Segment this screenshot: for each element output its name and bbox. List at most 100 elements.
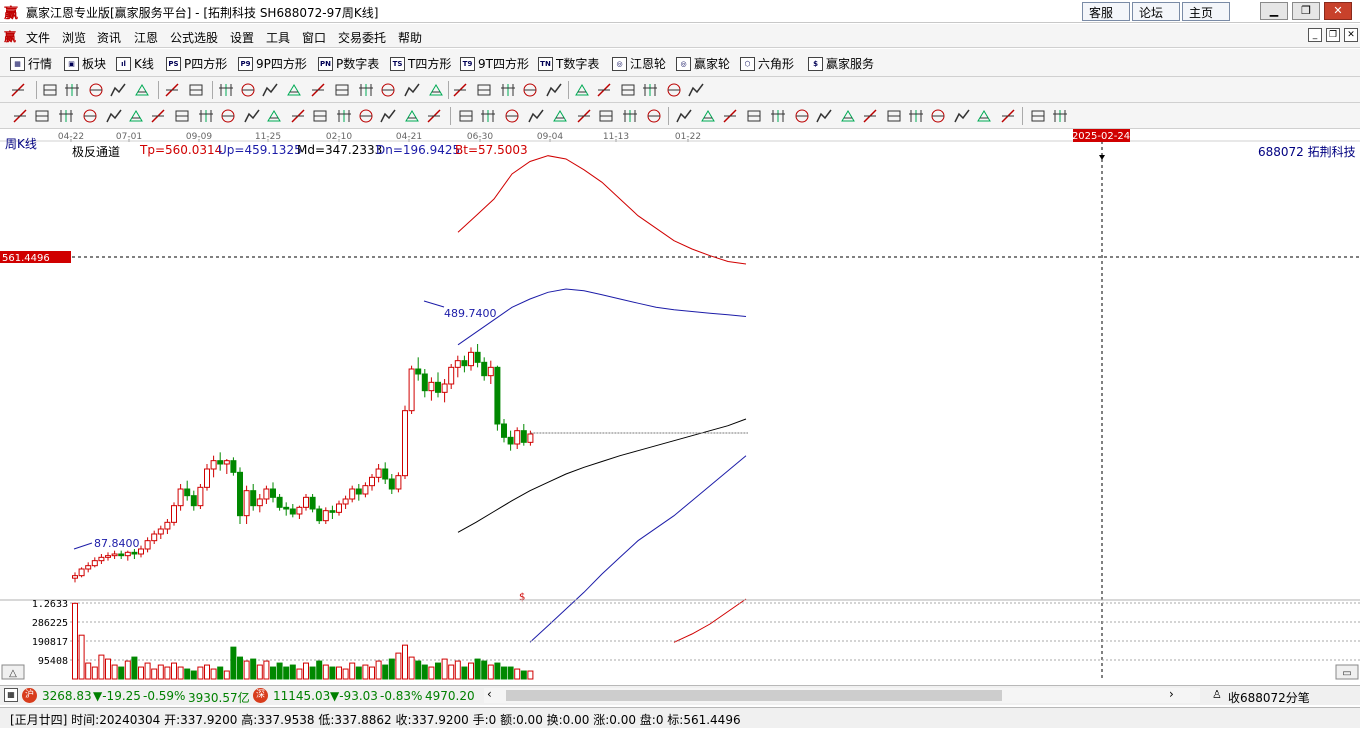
cycle-grid-icon[interactable] <box>426 108 442 124</box>
calc-icon[interactable] <box>64 82 80 98</box>
menu-trade[interactable]: 交易委托 <box>338 29 386 46</box>
magnet-icon[interactable] <box>134 82 150 98</box>
service-link[interactable]: 客服 <box>1082 2 1130 21</box>
toolbar-pn-button[interactable]: PN P数字表 <box>318 55 379 72</box>
toolbar-grid-button[interactable]: ▣ 板块 <box>64 55 106 72</box>
toolbar-ps-button[interactable]: PS P四方形 <box>166 55 227 72</box>
menu-help[interactable]: 帮助 <box>398 29 422 46</box>
zigzag-icon[interactable] <box>452 82 468 98</box>
menu-tools[interactable]: 工具 <box>266 29 290 46</box>
ellipse-icon[interactable] <box>174 108 190 124</box>
calculator-icon[interactable] <box>546 82 562 98</box>
toolbar-candle-button[interactable]: ıl K线 <box>116 55 154 72</box>
wave-icon[interactable] <box>358 108 374 124</box>
menu-news[interactable]: 资讯 <box>97 29 121 46</box>
flag-icon[interactable] <box>816 108 832 124</box>
layers-icon[interactable] <box>688 82 704 98</box>
ruler-b-icon[interactable] <box>676 108 692 124</box>
diamond-f-icon[interactable] <box>380 82 396 98</box>
cycle-icon[interactable] <box>10 82 26 98</box>
regression-icon[interactable] <box>576 108 592 124</box>
hand-icon[interactable] <box>404 82 420 98</box>
channel-icon[interactable] <box>458 108 474 124</box>
pen-icon[interactable] <box>12 108 28 124</box>
target-icon[interactable] <box>312 108 328 124</box>
maximize-button[interactable]: ❐ <box>1292 2 1320 20</box>
toolbar-winner-wheel-button[interactable]: ◎ 赢家轮 <box>676 55 730 72</box>
gann-box-icon[interactable] <box>244 108 260 124</box>
play-forward-icon[interactable] <box>188 82 204 98</box>
cursor-icon[interactable] <box>110 82 126 98</box>
infinity-icon[interactable] <box>1052 108 1068 124</box>
diamond-d-icon[interactable] <box>334 82 350 98</box>
hatched-icon[interactable] <box>504 108 520 124</box>
square-b-icon[interactable] <box>770 108 786 124</box>
spiral-icon[interactable] <box>128 108 144 124</box>
toolbar-hexagon-button[interactable]: ⬡ 六角形 <box>740 55 794 72</box>
cycle-lines-icon[interactable] <box>404 108 420 124</box>
grid-a-icon[interactable] <box>598 108 614 124</box>
menu-window[interactable]: 窗口 <box>302 29 326 46</box>
parallel-icon[interactable] <box>552 108 568 124</box>
export-icon[interactable] <box>642 82 658 98</box>
print-icon[interactable] <box>620 82 636 98</box>
diamond-e-icon[interactable] <box>358 82 374 98</box>
speed-icon[interactable] <box>336 108 352 124</box>
angle-fan-icon[interactable] <box>954 108 970 124</box>
fan-icon[interactable] <box>380 108 396 124</box>
circle-icon[interactable] <box>266 108 282 124</box>
toolbar-t9-button[interactable]: T9 9T四方形 <box>460 55 529 72</box>
chart-canvas[interactable]: 04-22 07-01 09-09 11-25 02-10 04-21 06-30 09-04… <box>0 129 1360 681</box>
sun-icon[interactable] <box>290 108 306 124</box>
cross-icon[interactable] <box>150 108 166 124</box>
calendar-icon[interactable] <box>522 82 538 98</box>
close-button[interactable]: ✕ <box>1324 2 1352 20</box>
stat-icon[interactable] <box>42 82 58 98</box>
percent-icon[interactable] <box>700 108 716 124</box>
arrow-left-icon[interactable] <box>218 82 234 98</box>
horizontal-scrollbar[interactable]: ‹ › <box>484 687 1200 703</box>
gann-grid-icon[interactable] <box>82 108 98 124</box>
tick-detail-label[interactable]: 收688072分笔 <box>1228 689 1310 706</box>
grid-d-icon[interactable] <box>908 108 924 124</box>
toolbar-ts-button[interactable]: TS T四方形 <box>390 55 451 72</box>
angles-icon[interactable] <box>220 108 236 124</box>
diamond-c-icon[interactable] <box>310 82 326 98</box>
play-back-icon[interactable] <box>164 82 180 98</box>
fork-icon[interactable] <box>106 108 122 124</box>
bars-icon[interactable] <box>34 108 50 124</box>
mdi-minimize-button[interactable]: _ <box>1308 28 1322 42</box>
menu-gann[interactable]: 江恩 <box>134 29 158 46</box>
ruler-icon[interactable] <box>88 82 104 98</box>
angle-grid-icon[interactable] <box>976 108 992 124</box>
gann-sq-icon[interactable] <box>794 108 810 124</box>
gauge-icon[interactable] <box>666 82 682 98</box>
scroll-right-arrow-icon[interactable]: › <box>1169 687 1174 701</box>
diamond-b-icon[interactable] <box>286 82 302 98</box>
scroll-left-arrow-icon[interactable]: ‹ <box>487 687 492 701</box>
trend-icon[interactable] <box>480 108 496 124</box>
memo-icon[interactable] <box>574 82 590 98</box>
menu-formula-select[interactable]: 公式选股 <box>170 29 218 46</box>
mdi-restore-button[interactable]: ❐ <box>1326 28 1340 42</box>
grid-e-icon[interactable] <box>930 108 946 124</box>
scrollbar-thumb[interactable] <box>506 690 1002 701</box>
angle-box-icon[interactable] <box>1000 108 1016 124</box>
toolbar-dollar-button[interactable]: $ 赢家服务 <box>808 55 874 72</box>
toolbar-table-button[interactable]: ▦ 行情 <box>10 55 52 72</box>
fan-b-icon[interactable] <box>646 108 662 124</box>
menu-browse[interactable]: 浏览 <box>62 29 86 46</box>
home-link[interactable]: 主页 <box>1182 2 1230 21</box>
fib-icon[interactable] <box>198 108 214 124</box>
sq-ring-icon[interactable] <box>840 108 856 124</box>
arrow-right-icon[interactable] <box>240 82 256 98</box>
quote-table-icon[interactable]: ▦ <box>4 688 18 702</box>
diamond-a-icon[interactable] <box>262 82 278 98</box>
shenzhen-index-icon[interactable]: 深 <box>253 688 268 703</box>
brain-icon[interactable] <box>476 82 492 98</box>
save-icon[interactable] <box>596 82 612 98</box>
search-icon[interactable] <box>500 82 516 98</box>
kline-chart[interactable]: 04-22 07-01 09-09 11-25 02-10 04-21 06-30 09-04… <box>0 129 1360 681</box>
pct-icon[interactable] <box>722 108 738 124</box>
yinyang-icon[interactable] <box>1030 108 1046 124</box>
